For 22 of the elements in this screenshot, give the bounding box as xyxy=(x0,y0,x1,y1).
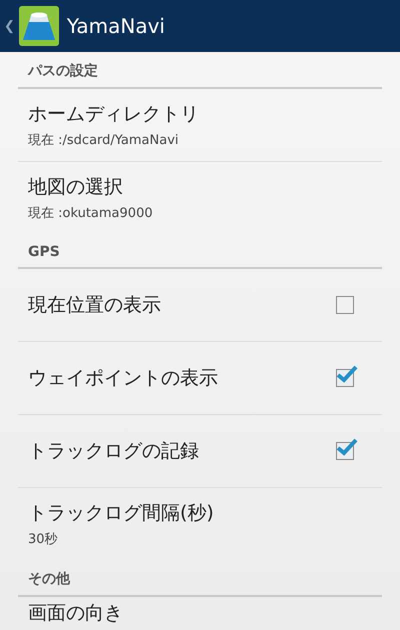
app-icon xyxy=(18,6,59,46)
item-title: トラックログの記録 xyxy=(28,439,199,464)
settings-item[interactable]: 画面の向き xyxy=(18,597,382,629)
settings-item[interactable]: トラックログ間隔(秒) 30秒 xyxy=(18,488,382,560)
item-title: ホームディレクトリ xyxy=(28,102,199,127)
item-title: 現在位置の表示 xyxy=(28,293,161,318)
section-header: その他 xyxy=(18,560,382,597)
back-button[interactable]: ❮ xyxy=(4,18,15,34)
settings-item[interactable]: 地図の選択 現在 :okutama9000 xyxy=(18,162,382,234)
checkbox[interactable] xyxy=(336,296,354,314)
section-header: GPS xyxy=(18,234,382,269)
item-summary: 現在 :/sdcard/YamaNavi xyxy=(28,132,180,149)
item-title: 画面の向き xyxy=(28,601,123,626)
item-title: トラックログ間隔(秒) xyxy=(28,501,214,526)
item-title: ウェイポイントの表示 xyxy=(28,366,218,391)
item-summary: 現在 :okutama9000 xyxy=(28,205,153,222)
item-title: 地図の選択 xyxy=(28,175,124,200)
section-header: パスの設定 xyxy=(18,52,382,89)
settings-item[interactable]: ホームディレクトリ 現在 :/sdcard/YamaNavi xyxy=(18,89,382,162)
settings-item[interactable]: 現在位置の表示 xyxy=(18,269,382,342)
app-title: YamaNavi xyxy=(66,14,165,38)
item-summary: 30秒 xyxy=(28,531,59,548)
